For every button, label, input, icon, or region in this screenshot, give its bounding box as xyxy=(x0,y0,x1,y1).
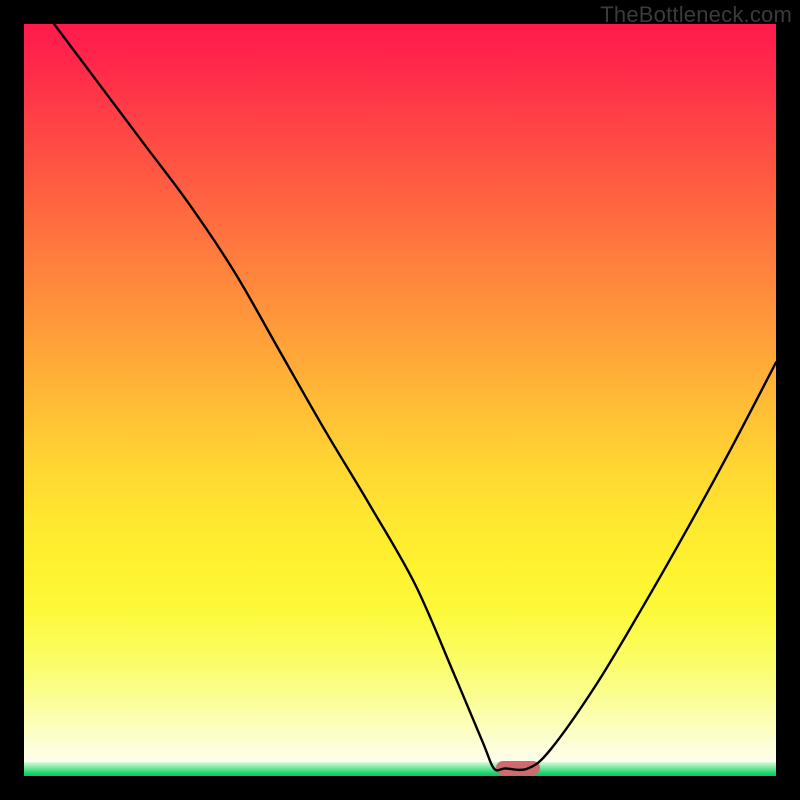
bottleneck-curve xyxy=(24,24,776,776)
chart-frame: TheBottleneck.com xyxy=(0,0,800,800)
plot-area xyxy=(24,24,776,776)
